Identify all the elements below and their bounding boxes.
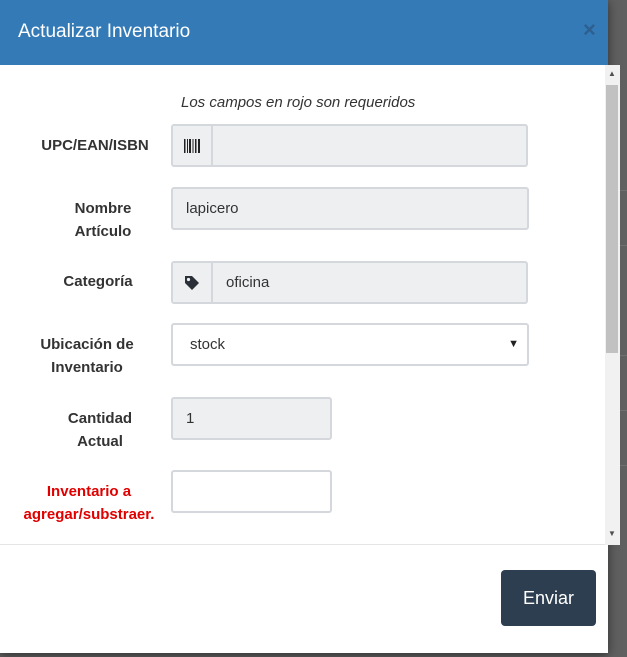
- upc-input-group: [171, 124, 528, 167]
- scroll-up-icon[interactable]: ▲: [608, 69, 616, 78]
- modal-body: Los campos en rojo son requeridos UPC/EA…: [0, 65, 608, 545]
- quantity-input: 1: [186, 410, 195, 427]
- modal-title: Actualizar Inventario: [18, 21, 191, 42]
- barcode-icon: [173, 126, 213, 165]
- close-icon[interactable]: ×: [583, 17, 596, 43]
- required-fields-note: Los campos en rojo son requeridos: [181, 94, 416, 111]
- scroll-down-icon[interactable]: ▼: [608, 529, 616, 538]
- location-label: Ubicación de Inventario: [40, 336, 134, 376]
- item-name-input[interactable]: lapicero: [173, 189, 527, 228]
- upc-label: UPC/EAN/ISBN: [41, 137, 149, 154]
- quantity-label: Cantidad Actual: [67, 410, 133, 450]
- category-input-group: oficina: [171, 261, 528, 304]
- scroll-thumb[interactable]: [606, 85, 618, 353]
- update-inventory-modal: Actualizar Inventario × Los campos en ro…: [0, 0, 620, 653]
- modal-scrollbar[interactable]: ▲ ▼: [605, 65, 620, 545]
- submit-button[interactable]: Enviar: [501, 570, 596, 626]
- quantity-input-group: 1: [171, 397, 332, 440]
- adjust-inventory-input[interactable]: [171, 470, 332, 513]
- item-name-label: Nombre Artículo: [74, 200, 132, 240]
- category-label: Categoría: [63, 273, 133, 290]
- upc-input[interactable]: [213, 126, 526, 165]
- adjust-inventory-label: Inventario a agregar/substraer.: [23, 483, 155, 523]
- modal-header: Actualizar Inventario ×: [0, 0, 608, 65]
- tag-icon: [173, 263, 213, 302]
- category-input[interactable]: oficina: [213, 263, 526, 302]
- location-select[interactable]: stock ▼: [171, 323, 529, 366]
- item-name-input-group: lapicero: [171, 187, 529, 230]
- caret-down-icon: ▼: [508, 338, 519, 350]
